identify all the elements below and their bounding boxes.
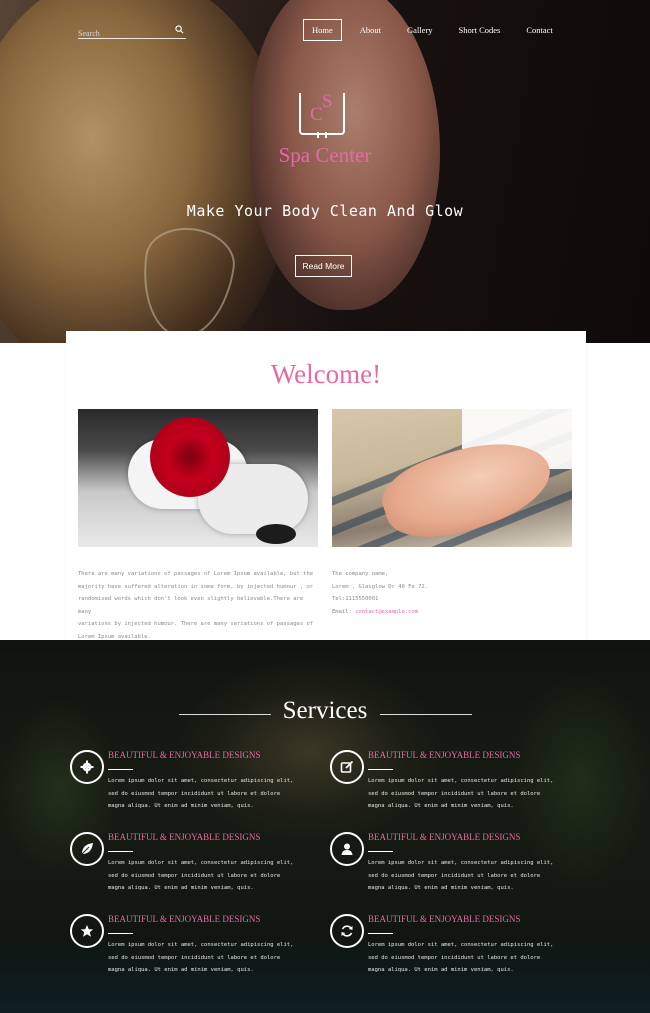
service-item: BEAUTIFUL & ENJOYABLE DESIGNS Lorem ipsu… (330, 750, 570, 812)
phone: Tel:1115550001 (332, 596, 379, 603)
service-heading: BEAUTIFUL & ENJOYABLE DESIGNS (368, 832, 521, 842)
logo-letter-c: C (310, 104, 323, 125)
service-item: BEAUTIFUL & ENJOYABLE DESIGNS Lorem ipsu… (330, 914, 570, 976)
nav-home[interactable]: Home (303, 19, 342, 41)
main-nav: Home About Gallery Short Codes Contact (303, 19, 571, 41)
logo[interactable]: C S (299, 91, 345, 138)
title-rule-right (380, 714, 472, 715)
gear-icon[interactable] (70, 750, 104, 784)
brand-name: Spa Center (278, 143, 372, 167)
towels-flower-image (78, 409, 318, 547)
service-heading: BEAUTIFUL & ENJOYABLE DESIGNS (368, 914, 521, 924)
nav-short-codes[interactable]: Short Codes (451, 20, 509, 40)
address: Lorem , Glasglow Dr 40 Fe 72. (332, 583, 429, 590)
logo-letter-s: S (322, 91, 333, 112)
read-more-button[interactable]: Read More (295, 255, 352, 277)
service-item: BEAUTIFUL & ENJOYABLE DESIGNS Lorem ipsu… (70, 832, 310, 894)
contact-info: The company name, Lorem , Glasglow Dr 40… (332, 568, 572, 618)
service-item: BEAUTIFUL & ENJOYABLE DESIGNS Lorem ipsu… (70, 750, 310, 812)
email-label: Email: (332, 608, 356, 615)
service-heading: BEAUTIFUL & ENJOYABLE DESIGNS (368, 750, 521, 760)
user-icon[interactable] (330, 832, 364, 866)
search-input[interactable] (78, 26, 170, 41)
hero-tagline: Make Your Body Clean And Glow (186, 202, 464, 220)
nav-gallery[interactable]: Gallery (399, 20, 441, 40)
service-heading: BEAUTIFUL & ENJOYABLE DESIGNS (108, 750, 261, 760)
edit-icon[interactable] (330, 750, 364, 784)
service-text: Lorem ipsum dolor sit amet, consectetur … (108, 860, 294, 891)
hero-banner (0, 0, 650, 343)
search-icon[interactable] (175, 25, 184, 34)
service-text: Lorem ipsum dolor sit amet, consectetur … (368, 778, 554, 809)
welcome-section: Welcome! There are many variations of pa… (66, 331, 586, 662)
email-link[interactable]: contact@example.com (355, 609, 418, 615)
service-text: Lorem ipsum dolor sit amet, consectetur … (108, 942, 294, 973)
welcome-body: There are many variations of passages of… (78, 571, 314, 640)
service-item: BEAUTIFUL & ENJOYABLE DESIGNS Lorem ipsu… (70, 914, 310, 976)
service-text: Lorem ipsum dolor sit amet, consectetur … (368, 860, 554, 891)
service-heading: BEAUTIFUL & ENJOYABLE DESIGNS (108, 832, 261, 842)
nav-about[interactable]: About (352, 20, 389, 40)
refresh-icon[interactable] (330, 914, 364, 948)
leaf-icon[interactable] (70, 832, 104, 866)
service-text: Lorem ipsum dolor sit amet, consectetur … (108, 778, 294, 809)
company-name: The company name, (332, 571, 389, 577)
services-title: Services (282, 697, 368, 724)
nav-contact[interactable]: Contact (518, 20, 560, 40)
star-icon[interactable] (70, 914, 104, 948)
service-text: Lorem ipsum dolor sit amet, consectetur … (368, 942, 554, 973)
welcome-title: Welcome! (270, 359, 382, 389)
search-box (78, 23, 186, 41)
service-heading: BEAUTIFUL & ENJOYABLE DESIGNS (108, 914, 261, 924)
feet-image (332, 409, 572, 547)
service-item: BEAUTIFUL & ENJOYABLE DESIGNS Lorem ipsu… (330, 832, 570, 894)
